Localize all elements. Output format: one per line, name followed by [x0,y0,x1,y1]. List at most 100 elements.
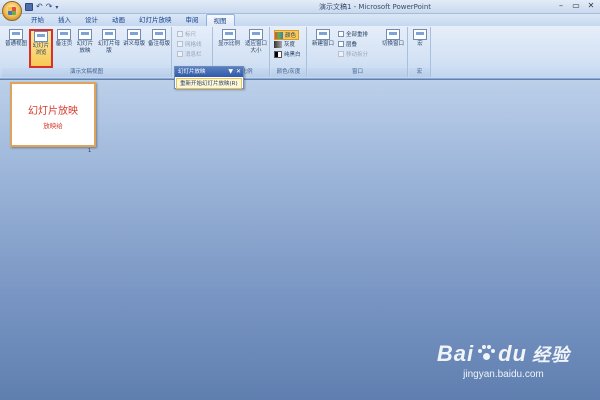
paw-icon [477,345,496,363]
baidu-logo: Bai du 经验 [437,341,570,367]
slide-thumbnail[interactable]: 幻灯片放映 放映给 [10,82,96,147]
slide-sorter-label: 幻灯片浏览 [32,43,50,56]
restart-slide-show-item[interactable]: 重新开始幻灯片放映(R) [176,78,242,89]
ruler-label: 标尺 [185,32,197,38]
notes-page-button[interactable]: 备注页 [54,29,74,48]
slide-master-label: 幻灯片母版 [98,41,121,54]
slide-show-button[interactable]: 幻灯片放映 [75,29,95,54]
move-split-button[interactable]: 移动拆分 [338,50,368,58]
group-label-macro: 宏 [409,68,430,77]
slide-sorter-icon [34,31,48,42]
new-window-icon [316,29,330,40]
window-controls: – ▭ ✕ [554,1,598,12]
slide-title: 幻灯片放映 [28,106,78,117]
tab-slide-show[interactable]: 幻灯片放映 [132,14,179,26]
watermark-jingyan-text: 经验 [532,345,570,366]
cascade-icon [338,41,344,47]
slide-number: 1 [88,148,92,154]
watermark-brand-2: du [498,341,527,366]
group-presentation-views: 普通视图 幻灯片浏览 备注页 幻灯片放映 幻灯片母版 讲义母版 备注母版 演示文… [2,27,172,77]
handout-master-button[interactable]: 讲义母版 [121,29,147,48]
arrange-all-button[interactable]: 全部重排 [338,30,368,38]
cascade-button[interactable]: 层叠 [338,40,357,48]
slide-show-label: 幻灯片放映 [76,41,94,54]
notes-master-label: 备注母版 [147,41,170,47]
grayscale-swatch-icon [274,40,282,48]
fit-to-window-button[interactable]: 适应窗口大小 [243,29,269,54]
slide-show-dropdown: 幻灯片放映 ▼ ✕ 重新开始幻灯片放映(R) [174,66,244,89]
black-white-button[interactable]: 纯黑白 [274,50,301,58]
normal-view-button[interactable]: 普通视图 [4,29,28,48]
close-icon[interactable]: ✕ [584,1,598,12]
notes-master-button[interactable]: 备注母版 [147,29,171,48]
arrange-all-icon [338,31,344,37]
tab-home[interactable]: 开始 [24,14,51,26]
new-window-button[interactable]: 新建窗口 [310,29,336,48]
notes-page-label: 备注页 [55,41,73,47]
baidu-watermark: Bai du 经验 jingyan.baidu.com [437,341,570,380]
message-bar-label: 消息栏 [185,52,202,58]
normal-view-icon [9,29,23,40]
ruler-checkbox[interactable]: 标尺 [177,30,196,38]
cascade-label: 层叠 [346,42,358,48]
handout-master-icon [127,29,141,40]
gridlines-checkbox-box [177,41,183,47]
group-color-grayscale: 颜色 灰度 纯黑白 颜色/灰度 [271,27,307,77]
switch-window-icon [386,29,400,40]
macros-icon [413,29,427,40]
dropdown-header: 幻灯片放映 ▼ ✕ [175,67,243,77]
tab-view[interactable]: 视图 [205,14,235,26]
group-label-window: 窗口 [308,68,407,77]
gridlines-label: 网格线 [185,42,202,48]
switch-window-button[interactable]: 切换窗口 [380,29,406,48]
slide-master-icon [102,29,116,40]
switch-window-label: 切换窗口 [381,41,404,47]
normal-view-label: 普通视图 [4,41,27,47]
group-label-color: 颜色/灰度 [271,68,306,77]
color-swatch-icon [275,31,283,39]
message-bar-checkbox[interactable]: 消息栏 [177,50,202,58]
macros-button[interactable]: 宏 [411,29,429,48]
title-bar: ↶ ↷ ▾ 演示文稿1 - Microsoft PowerPoint – ▭ ✕ [0,0,600,14]
black-white-label: 纯黑白 [284,52,301,58]
fit-to-window-icon [249,29,263,40]
grayscale-label: 灰度 [284,42,296,48]
slide-show-icon [78,29,92,40]
tab-design[interactable]: 设计 [78,14,105,26]
handout-master-label: 讲义母版 [122,41,145,47]
maximize-icon[interactable]: ▭ [569,1,583,12]
window-title: 演示文稿1 - Microsoft PowerPoint [318,3,432,11]
office-logo-icon [8,7,16,15]
message-bar-checkbox-box [177,51,183,57]
dropdown-arrow-icon[interactable]: ▼ [228,67,233,77]
notes-page-icon [57,29,71,40]
dropdown-close-icon[interactable]: ✕ [236,67,241,77]
watermark-url: jingyan.baidu.com [463,369,544,380]
black-white-swatch-icon [274,50,282,58]
color-button[interactable]: 颜色 [274,30,300,40]
dropdown-title: 幻灯片放映 [178,69,206,75]
move-split-label: 移动拆分 [346,52,369,58]
arrange-all-label: 全部重排 [346,32,369,38]
gridlines-checkbox[interactable]: 网格线 [177,40,202,48]
color-label: 颜色 [285,33,297,39]
grayscale-button[interactable]: 灰度 [274,40,295,48]
tab-animations[interactable]: 动画 [105,14,132,26]
group-label-presentation-views: 演示文稿视图 [2,68,171,77]
new-window-label: 新建窗口 [311,41,334,47]
macros-label: 宏 [417,41,423,47]
slide-master-button[interactable]: 幻灯片母版 [98,29,120,54]
office-button[interactable] [2,1,22,21]
slide-subtitle: 放映给 [43,122,63,130]
slide-sorter-button[interactable]: 幻灯片浏览 [29,29,53,68]
group-macro: 宏 宏 [409,27,431,77]
tab-review[interactable]: 审阅 [179,14,206,26]
tab-insert[interactable]: 插入 [51,14,78,26]
ribbon: 普通视图 幻灯片浏览 备注页 幻灯片放映 幻灯片母版 讲义母版 备注母版 演示文… [0,26,600,79]
zoom-magnifier-icon [222,29,236,40]
move-split-icon [338,51,344,57]
ribbon-tabs: 开始 插入 设计 动画 幻灯片放映 审阅 视图 [24,14,235,26]
zoom-button[interactable]: 显示比例 [216,29,242,48]
zoom-button-label: 显示比例 [217,41,240,47]
minimize-icon[interactable]: – [554,1,568,12]
